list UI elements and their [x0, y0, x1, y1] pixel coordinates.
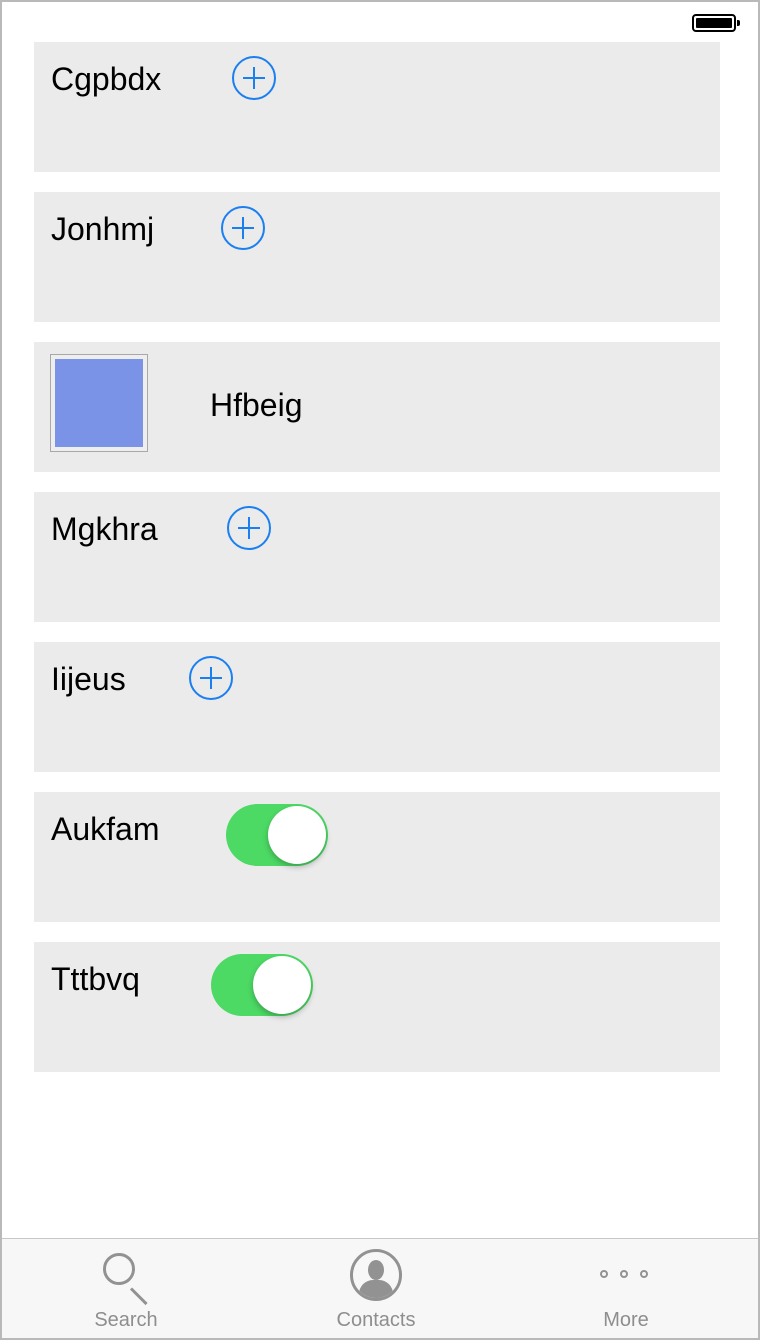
cell-label: Mgkhra [51, 511, 158, 547]
tab-more[interactable]: More [526, 1239, 726, 1338]
toggle-knob [253, 956, 311, 1014]
cell-label: Iijeus [51, 661, 126, 697]
list-item[interactable]: Tttbvq [34, 942, 720, 1072]
color-swatch [55, 359, 143, 447]
list-item[interactable]: Hfbeig [34, 342, 720, 472]
contact-icon [350, 1249, 402, 1301]
tab-bar: Search Contacts More [2, 1238, 758, 1338]
list-item[interactable]: Iijeus [34, 642, 720, 772]
tab-label: Contacts [336, 1309, 416, 1331]
toggle-knob [268, 806, 326, 864]
add-circle-icon[interactable] [232, 56, 276, 100]
tab-contacts[interactable]: Contacts [276, 1239, 476, 1338]
battery-full-icon [692, 14, 740, 32]
search-icon [99, 1249, 153, 1306]
tab-search[interactable]: Search [26, 1239, 226, 1338]
list-item[interactable]: Cgpbdx [34, 42, 720, 172]
tab-label: Search [94, 1309, 158, 1331]
cell-label: Tttbvq [51, 961, 140, 997]
tab-label: More [603, 1309, 649, 1331]
list-item[interactable]: Mgkhra [34, 492, 720, 622]
cell-label: Aukfam [51, 811, 160, 847]
cell-label: Jonhmj [51, 211, 155, 247]
add-circle-icon[interactable] [189, 656, 233, 700]
thumbnail-image [50, 354, 148, 452]
toggle-switch[interactable] [211, 954, 313, 1016]
toggle-switch[interactable] [226, 804, 328, 866]
cell-list: Cgpbdx Jonhmj Hfbeig Mgkhra Iijeus Aukfa… [34, 42, 720, 1092]
list-item[interactable]: Aukfam [34, 792, 720, 922]
more-icon [599, 1249, 653, 1303]
cell-label: Cgpbdx [51, 61, 162, 97]
device-screen: Cgpbdx Jonhmj Hfbeig Mgkhra Iijeus Aukfa… [0, 0, 760, 1340]
list-item[interactable]: Jonhmj [34, 192, 720, 322]
add-circle-icon[interactable] [221, 206, 265, 250]
add-circle-icon[interactable] [227, 506, 271, 550]
cell-label: Hfbeig [210, 387, 303, 423]
